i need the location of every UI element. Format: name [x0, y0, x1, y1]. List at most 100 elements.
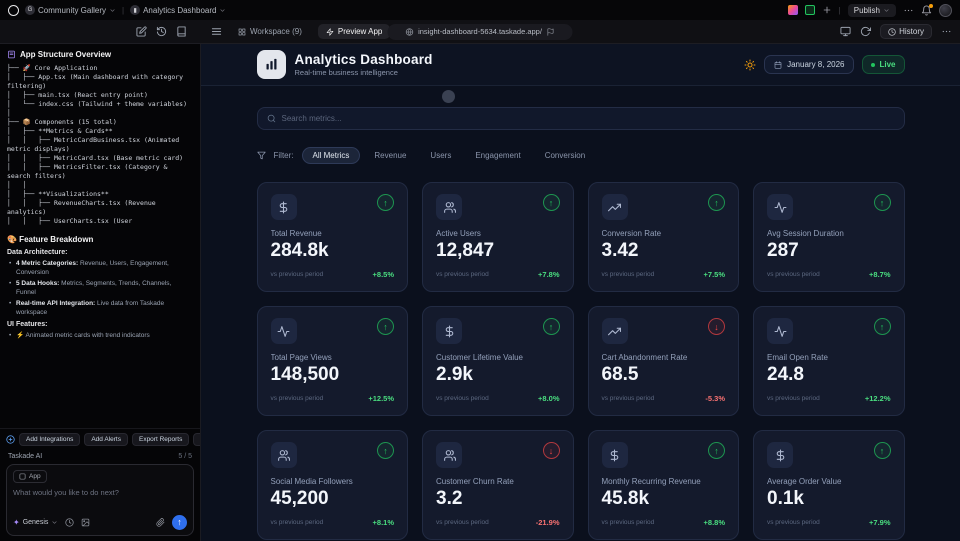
- clock-icon[interactable]: [65, 518, 74, 527]
- feature-bullet: Real-time API Integration: Live data fro…: [7, 299, 193, 317]
- publish-button[interactable]: Publish: [848, 4, 896, 17]
- ui-bullets: ⚡ Animated metric cards with trend indic…: [7, 331, 193, 340]
- quick-action-button[interactable]: Add Integrations: [19, 433, 80, 446]
- metric-change: +8.0%: [538, 394, 559, 403]
- lightning-icon: [326, 28, 334, 36]
- theme-toggle-sun-icon[interactable]: [744, 59, 756, 71]
- metric-card[interactable]: ↑ Email Open Rate 24.8 vs previous perio…: [753, 306, 905, 416]
- search-bar[interactable]: [257, 107, 905, 130]
- project-icon: ▮: [130, 5, 140, 15]
- metric-card[interactable]: ↑ Social Media Followers 45,200 vs previ…: [257, 430, 409, 540]
- chevron-down-icon: [219, 7, 226, 14]
- filter-pill[interactable]: Engagement: [465, 148, 530, 163]
- metric-vs-label: vs previous period: [436, 519, 489, 526]
- metric-change: +8.5%: [373, 270, 394, 279]
- menu-icon[interactable]: [211, 26, 222, 37]
- search-input[interactable]: [282, 114, 895, 123]
- metric-card[interactable]: ↑ Avg Session Duration 287 vs previous p…: [753, 182, 905, 292]
- quick-action-button[interactable]: Add Alerts: [84, 433, 128, 446]
- sidebar-scroll[interactable]: App Structure Overview ├── 🚀 Core Applic…: [0, 44, 200, 428]
- filter-pill[interactable]: All Metrics: [302, 147, 361, 164]
- metric-label: Total Page Views: [271, 353, 395, 362]
- green-widget-icon[interactable]: [805, 5, 815, 15]
- filter-pill[interactable]: Revenue: [364, 148, 416, 163]
- metric-change: +8.7%: [869, 270, 890, 279]
- more-icon[interactable]: [941, 26, 952, 37]
- metric-card[interactable]: ↓ Customer Churn Rate 3.2 vs previous pe…: [422, 430, 574, 540]
- tab-workspace[interactable]: Workspace (9): [230, 24, 310, 39]
- gem-icon[interactable]: [788, 5, 798, 15]
- trend-indicator-icon: ↑: [377, 442, 394, 459]
- filter-pill[interactable]: Conversion: [535, 148, 595, 163]
- live-label: Live: [879, 60, 895, 69]
- monitor-icon[interactable]: [840, 26, 851, 37]
- refresh-icon[interactable]: [860, 26, 871, 37]
- metric-change: +7.5%: [704, 270, 725, 279]
- more-icon[interactable]: [903, 5, 914, 16]
- metric-value: 3.2: [436, 488, 560, 510]
- tree-line: │ ├── **Metrics & Cards**: [7, 127, 193, 136]
- date-picker-button[interactable]: January 8, 2026: [764, 55, 854, 74]
- image-icon[interactable]: [81, 518, 90, 527]
- metric-card[interactable]: ↑ Conversion Rate 3.42 vs previous perio…: [588, 182, 740, 292]
- trend-indicator-icon: ↓: [543, 442, 560, 459]
- quick-action-button[interactable]: Custom: [193, 433, 200, 446]
- metric-label: Conversion Rate: [602, 229, 726, 238]
- metric-value: 68.5: [602, 364, 726, 386]
- metric-label: Active Users: [436, 229, 560, 238]
- metric-vs-label: vs previous period: [767, 271, 820, 278]
- flag-icon[interactable]: [547, 28, 555, 36]
- paperclip-icon[interactable]: [156, 518, 165, 527]
- metric-card[interactable]: ↓ Cart Abandonment Rate 68.5 vs previous…: [588, 306, 740, 416]
- journal-icon[interactable]: [176, 26, 187, 37]
- preview-tab-label: Preview App: [338, 27, 382, 36]
- metric-vs-label: vs previous period: [271, 271, 324, 278]
- quick-action-button[interactable]: Export Reports: [132, 433, 189, 446]
- tree-line: │ │ ├── MetricCard.tsx (Base metric card…: [7, 154, 193, 163]
- tab-preview-app[interactable]: Preview App: [318, 24, 390, 39]
- notifications-button[interactable]: [921, 5, 932, 16]
- community-gallery-menu[interactable]: G Community Gallery: [25, 5, 116, 15]
- filter-pill[interactable]: Users: [420, 148, 461, 163]
- metric-vs-label: vs previous period: [602, 395, 655, 402]
- context-chip-label: App: [29, 473, 41, 480]
- sparkle-icon: ✦: [13, 518, 20, 527]
- avatar[interactable]: [939, 4, 952, 17]
- taskade-logo-icon[interactable]: [8, 5, 19, 16]
- ai-composer[interactable]: App What would you like to do next? ✦ Ge…: [6, 464, 194, 536]
- tree-line: │ └── index.css (Tailwind + theme variab…: [7, 100, 193, 109]
- plus-circle-icon: [6, 435, 15, 444]
- taskade-ai-label: Taskade AI: [8, 453, 42, 460]
- model-label: Genesis: [23, 519, 49, 526]
- metric-card[interactable]: ↑ Active Users 12,847 vs previous period…: [422, 182, 574, 292]
- address-bar[interactable]: insight-dashboard-5634.taskade.app/: [388, 24, 573, 40]
- plus-icon[interactable]: [822, 5, 832, 15]
- trend-indicator-icon: ↑: [874, 318, 891, 335]
- filter-pills: All MetricsRevenue Users Engagement Convers…: [302, 147, 596, 164]
- compose-icon[interactable]: [136, 26, 147, 37]
- history-button[interactable]: History: [880, 24, 932, 39]
- date-label: January 8, 2026: [787, 60, 844, 69]
- drag-handle[interactable]: [442, 90, 455, 103]
- metric-change: -21.9%: [536, 518, 560, 527]
- metric-value: 2.9k: [436, 364, 560, 386]
- composer-input[interactable]: What would you like to do next?: [13, 488, 187, 510]
- trend-indicator-icon: ↑: [874, 442, 891, 459]
- metric-card[interactable]: ↑ Customer Lifetime Value 2.9k vs previo…: [422, 306, 574, 416]
- metric-icon: [436, 442, 462, 468]
- project-menu[interactable]: ▮ Analytics Dashboard: [130, 5, 226, 15]
- metric-vs-label: vs previous period: [271, 395, 324, 402]
- history-icon[interactable]: [156, 26, 167, 37]
- metric-card[interactable]: ↑ Average Order Value 0.1k vs previous p…: [753, 430, 905, 540]
- context-chip-app[interactable]: App: [13, 470, 47, 483]
- metric-card[interactable]: ↑ Total Page Views 148,500 vs previous p…: [257, 306, 409, 416]
- chevron-down-icon: [51, 519, 58, 526]
- metric-card[interactable]: ↑ Monthly Recurring Revenue 45.8k vs pre…: [588, 430, 740, 540]
- grid-icon: [238, 28, 246, 36]
- send-button[interactable]: ↑: [172, 515, 187, 530]
- preview-body[interactable]: Filter: All MetricsRevenue Users Engagemen…: [201, 86, 960, 541]
- model-selector[interactable]: ✦ Genesis: [13, 518, 58, 527]
- filter-label: Filter:: [274, 151, 294, 160]
- metric-card[interactable]: ↑ Total Revenue 284.8k vs previous perio…: [257, 182, 409, 292]
- chat-sidebar: App Structure Overview ├── 🚀 Core Applic…: [0, 44, 201, 541]
